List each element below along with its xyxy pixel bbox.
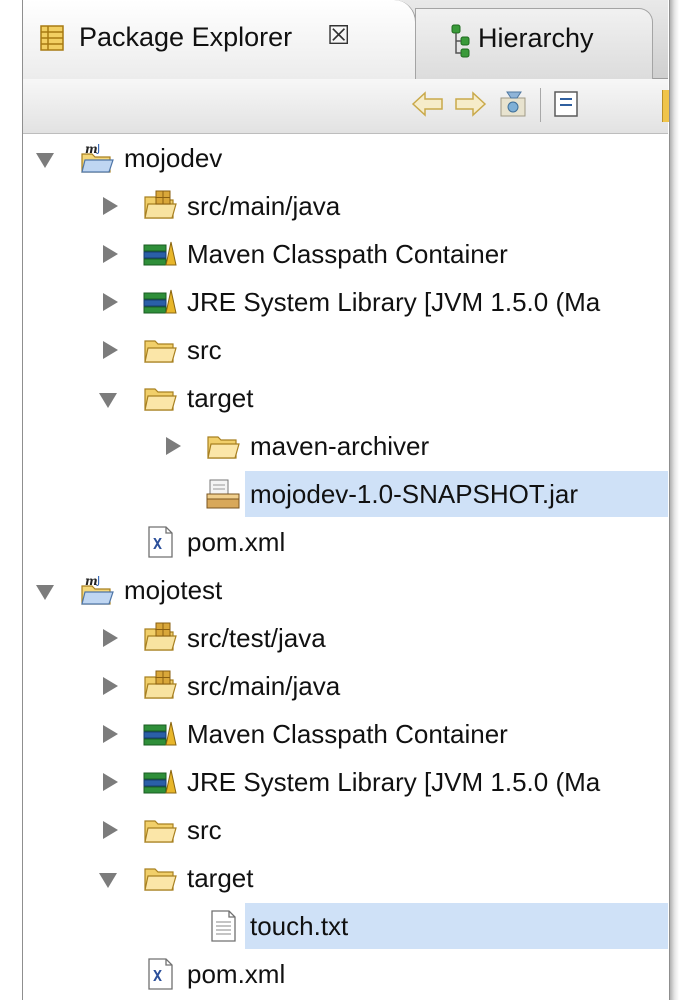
tree-item-label: mojotest	[124, 575, 223, 605]
jar-icon	[205, 476, 241, 512]
svg-text:X: X	[153, 967, 162, 985]
tree-item-label: src	[187, 335, 222, 365]
tab-package-explorer-label: Package Explorer	[79, 22, 293, 52]
library-icon	[142, 716, 178, 752]
toolbar-separator	[540, 88, 541, 122]
collapsed-arrow-icon[interactable]	[99, 806, 121, 854]
tree-item-label: mojodev	[124, 143, 223, 173]
tree-item[interactable]: target	[23, 374, 668, 422]
source-folder-icon	[142, 620, 178, 656]
source-folder-icon	[142, 668, 178, 704]
tree-item[interactable]: Xpom.xml	[23, 518, 668, 566]
library-icon	[142, 284, 178, 320]
folder-icon	[142, 812, 178, 848]
expanded-arrow-icon[interactable]	[99, 854, 121, 902]
svg-text:X: X	[153, 535, 162, 553]
tree-item[interactable]: src	[23, 326, 668, 374]
tree-item[interactable]: m J mojotest	[23, 566, 668, 614]
forward-icon[interactable]	[452, 84, 488, 124]
svg-text:J: J	[96, 142, 100, 155]
package-explorer-icon	[39, 24, 65, 52]
text-file-icon	[205, 908, 241, 944]
collapsed-arrow-icon[interactable]	[99, 230, 121, 278]
collapsed-arrow-icon[interactable]	[99, 662, 121, 710]
expanded-arrow-icon[interactable]	[36, 566, 58, 614]
library-icon	[142, 236, 178, 272]
tree-item[interactable]: src	[23, 806, 668, 854]
tree-item[interactable]: mojodev-1.0-SNAPSHOT.jar	[23, 470, 668, 518]
tree-item-label: maven-archiver	[250, 431, 430, 461]
folder-icon	[142, 860, 178, 896]
tree-item[interactable]: maven-archiver	[23, 422, 668, 470]
tree-item[interactable]: JRE System Library [JVM 1.5.0 (Ma	[23, 278, 668, 326]
collapsed-arrow-icon[interactable]	[99, 710, 121, 758]
tree-item-label: src/test/java	[187, 623, 326, 653]
hierarchy-icon	[448, 23, 472, 59]
tree-item-label: target	[187, 863, 254, 893]
tree-item[interactable]: m J mojodev	[23, 134, 668, 182]
collapsed-arrow-icon[interactable]	[99, 326, 121, 374]
tab-package-explorer[interactable]: Package Explorer ☒	[23, 0, 416, 79]
tree-item-label: Maven Classpath Container	[187, 239, 508, 269]
tree-item-label: target	[187, 383, 254, 413]
folder-icon	[142, 332, 178, 368]
tree-item-label: touch.txt	[250, 911, 349, 941]
tab-hierarchy-label: Hierarchy	[478, 23, 594, 53]
collapsed-arrow-icon[interactable]	[162, 422, 184, 470]
expanded-arrow-icon[interactable]	[99, 374, 121, 422]
tree-item-label: pom.xml	[187, 959, 286, 989]
tree-item-label: src/main/java	[187, 671, 341, 701]
tree-item[interactable]: Xpom.xml	[23, 950, 668, 998]
tree-item-label: Maven Classpath Container	[187, 719, 508, 749]
tab-hierarchy[interactable]: Hierarchy	[415, 8, 653, 79]
collapse-all-icon[interactable]	[548, 84, 584, 124]
folder-icon	[205, 428, 241, 464]
collapsed-arrow-icon[interactable]	[99, 758, 121, 806]
tree-item[interactable]: src/test/java	[23, 614, 668, 662]
library-icon	[142, 764, 178, 800]
tree-item[interactable]: src/main/java	[23, 182, 668, 230]
maven-project-icon: mJ	[79, 572, 115, 608]
collapsed-arrow-icon[interactable]	[99, 278, 121, 326]
tree-item-label: mojodev-1.0-SNAPSHOT.jar	[250, 479, 578, 509]
go-into-icon[interactable]	[496, 84, 532, 124]
tree-item[interactable]: touch.txt	[23, 902, 668, 950]
back-icon[interactable]	[410, 84, 446, 124]
tree-item-label: src/main/java	[187, 191, 341, 221]
tree-item[interactable]: JRE System Library [JVM 1.5.0 (Ma	[23, 758, 668, 806]
tree-item[interactable]: target	[23, 854, 668, 902]
collapsed-arrow-icon[interactable]	[99, 614, 121, 662]
package-tree: m J mojodev src/main/java Maven Classpath Co…	[23, 134, 668, 1000]
xml-file-icon: X	[142, 956, 178, 992]
tree-item-label: JRE System Library [JVM 1.5.0 (Ma	[187, 287, 601, 317]
expanded-arrow-icon[interactable]	[36, 134, 58, 182]
tree-item-label: JRE System Library [JVM 1.5.0 (Ma	[187, 767, 601, 797]
tree-item[interactable]: Maven Classpath Container	[23, 710, 668, 758]
collapsed-arrow-icon[interactable]	[99, 182, 121, 230]
tree-item-label: src	[187, 815, 222, 845]
xml-file-icon: X	[142, 524, 178, 560]
tree-item-label: pom.xml	[187, 527, 286, 557]
source-folder-icon	[142, 188, 178, 224]
maven-project-icon: mJ	[79, 140, 115, 176]
folder-icon	[142, 380, 178, 416]
tree-item[interactable]: Maven Classpath Container	[23, 230, 668, 278]
toolbar-overflow-icon[interactable]	[662, 90, 669, 122]
tree-item[interactable]: src/main/java	[23, 662, 668, 710]
close-icon[interactable]: ☒	[327, 20, 350, 51]
svg-text:J: J	[96, 574, 100, 587]
